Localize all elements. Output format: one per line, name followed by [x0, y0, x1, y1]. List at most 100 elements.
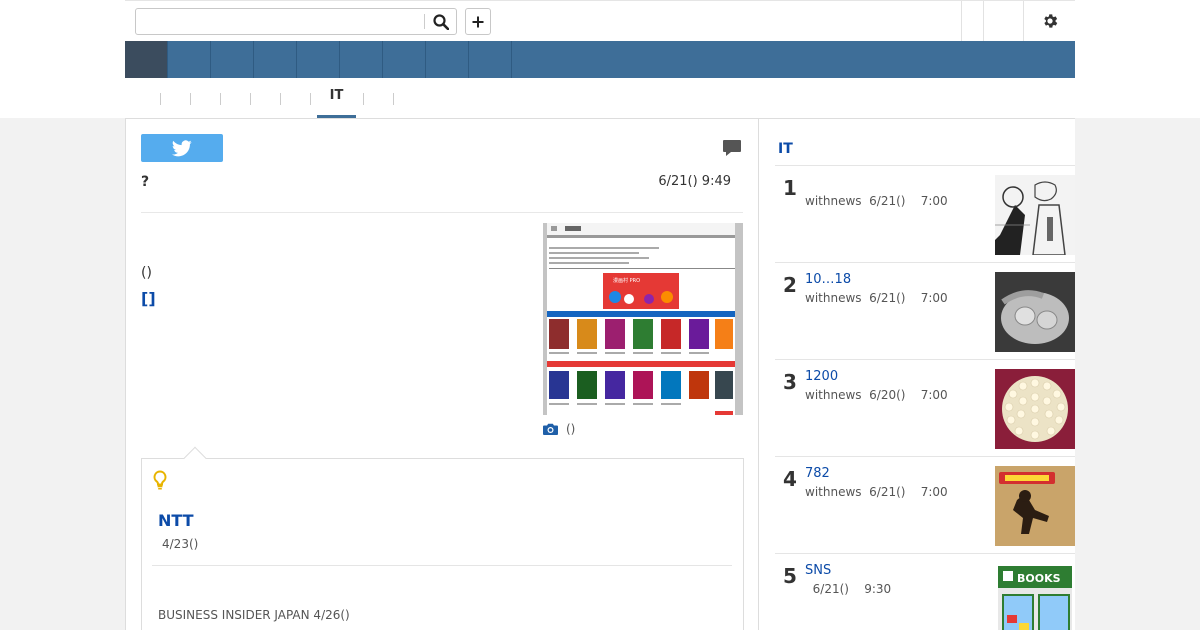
search-input[interactable] — [136, 9, 424, 34]
related-article-source: BUSINESS INSIDER JAPAN 4/26() — [158, 608, 350, 622]
search-icon — [433, 14, 449, 30]
tab-divider — [250, 93, 251, 105]
tab-divider — [220, 93, 221, 105]
rank-meta: withnews 6/20() 7:00 — [805, 388, 948, 402]
rank-time: 7:00 — [920, 388, 948, 402]
gear-icon — [1044, 14, 1058, 28]
rank-source: withnews — [805, 194, 862, 208]
rank-source: withnews — [805, 291, 862, 305]
rank-source: withnews — [805, 485, 862, 499]
nav-item[interactable] — [168, 41, 211, 78]
camera-icon — [543, 423, 558, 435]
add-button[interactable] — [465, 8, 491, 35]
ranking-item[interactable]: 3 1200 withnews 6/20() 7:00 — [775, 360, 1075, 457]
rank-meta: withnews 6/21() 7:00 — [805, 485, 948, 499]
ultraman-card-image — [995, 466, 1075, 546]
tab-divider — [363, 93, 364, 105]
lightbulb-icon — [153, 470, 167, 490]
rank-date: 6/21() — [869, 485, 906, 499]
tweet-button[interactable] — [141, 134, 223, 162]
toolbar-divider — [983, 1, 984, 41]
nav-item[interactable] — [211, 41, 254, 78]
rank-thumbnail — [995, 175, 1075, 255]
rank-number: 5 — [783, 564, 797, 588]
rank-meta: 6/21() 9:30 — [805, 582, 892, 596]
rank-number: 2 — [783, 273, 797, 297]
nav-item[interactable] — [297, 41, 340, 78]
toolbar-divider — [1023, 1, 1024, 41]
search-button[interactable] — [429, 12, 453, 32]
tab-divider — [160, 93, 161, 105]
rank-source: withnews — [805, 388, 862, 402]
nav-item[interactable] — [254, 41, 297, 78]
bookstore-image: BOOKS — [995, 563, 1075, 630]
rank-thumbnail — [995, 369, 1075, 449]
related-article-title[interactable]: NTT — [158, 511, 194, 530]
rank-time: 7:00 — [920, 485, 948, 499]
ranking-item[interactable]: 1 withnews 6/21() 7:00 — [775, 166, 1075, 263]
category-tabs: IT — [125, 78, 1075, 118]
main-nav — [125, 41, 1075, 78]
tab-it[interactable]: IT — [317, 88, 356, 118]
ranking-item[interactable]: 4 782 withnews 6/21() 7:00 — [775, 457, 1075, 554]
rank-meta: withnews 6/21() 7:00 — [805, 291, 948, 305]
comment-icon[interactable] — [722, 139, 742, 157]
ranking-sidebar: IT 1 withnews 6/21() 7:00 2 10…18 withne… — [759, 118, 1075, 630]
top-toolbar — [125, 0, 1075, 41]
related-article-box: NTT 4/23() BUSINESS INSIDER JAPAN 4/26() — [141, 446, 744, 630]
manga-thumbnail-image — [995, 175, 1075, 255]
twitter-icon — [172, 139, 192, 156]
rank-date: 6/21() — [869, 291, 906, 305]
rank-title: 10…18 — [805, 272, 852, 287]
article-photo[interactable]: 漫画村 PRO — [543, 223, 743, 415]
related-box-pointer — [183, 446, 207, 470]
rank-title: 782 — [805, 466, 830, 481]
photo-caption[interactable]: () — [543, 422, 575, 436]
search-divider — [424, 14, 425, 29]
rank-time: 9:30 — [864, 582, 892, 596]
rank-date: 6/21() — [869, 194, 906, 208]
nav-item[interactable] — [383, 41, 426, 78]
article-body-link[interactable]: [] — [141, 289, 156, 308]
tab-divider — [280, 93, 281, 105]
ranking-item[interactable]: 2 10…18 withnews 6/21() 7:00 — [775, 263, 1075, 360]
nav-item[interactable] — [426, 41, 469, 78]
article-body-text: () — [141, 265, 152, 281]
rank-date: 6/20() — [869, 388, 906, 402]
search-box — [135, 8, 457, 35]
rank-number: 3 — [783, 370, 797, 394]
rank-title: SNS — [805, 563, 832, 578]
plus-icon — [472, 16, 484, 27]
ranking-item[interactable]: 5 SNS 6/21() 9:30 BOOKS — [775, 554, 1075, 630]
rank-thumbnail: BOOKS — [995, 563, 1075, 630]
photo-caption-text: () — [566, 422, 576, 436]
tab-divider — [310, 93, 311, 105]
article-headline: ? — [141, 174, 150, 190]
rank-number: 1 — [783, 176, 797, 200]
rank-time: 7:00 — [920, 194, 948, 208]
website-screenshot-image: 漫画村 PRO — [543, 223, 743, 415]
related-article-date: 4/23() — [162, 537, 199, 551]
spiky-ball-image — [995, 369, 1075, 449]
rank-title: 1200 — [805, 369, 839, 384]
nav-item[interactable] — [340, 41, 383, 78]
article-main: ? 6/21() 9:49 () [] 漫画村 PRO () NTT 4/23(… — [125, 118, 759, 630]
divider — [152, 565, 732, 566]
tab-divider — [190, 93, 191, 105]
rank-number: 4 — [783, 467, 797, 491]
divider — [141, 212, 743, 213]
bookstore-sign-text: BOOKS — [1017, 572, 1061, 585]
rank-thumbnail — [995, 272, 1075, 352]
settings-button[interactable] — [1038, 10, 1062, 32]
nav-item-home[interactable] — [125, 41, 168, 78]
rank-date: 6/21() — [812, 582, 849, 596]
toolbar-divider — [961, 1, 962, 41]
coins-in-hand-image — [995, 272, 1075, 352]
photo-banner-text: 漫画村 PRO — [613, 277, 640, 284]
article-date: 6/21() 9:49 — [658, 174, 731, 189]
tab-divider — [393, 93, 394, 105]
tab-it-label: IT — [329, 88, 344, 103]
rank-time: 7:00 — [920, 291, 948, 305]
rank-meta: withnews 6/21() 7:00 — [805, 194, 948, 208]
nav-item[interactable] — [469, 41, 512, 78]
